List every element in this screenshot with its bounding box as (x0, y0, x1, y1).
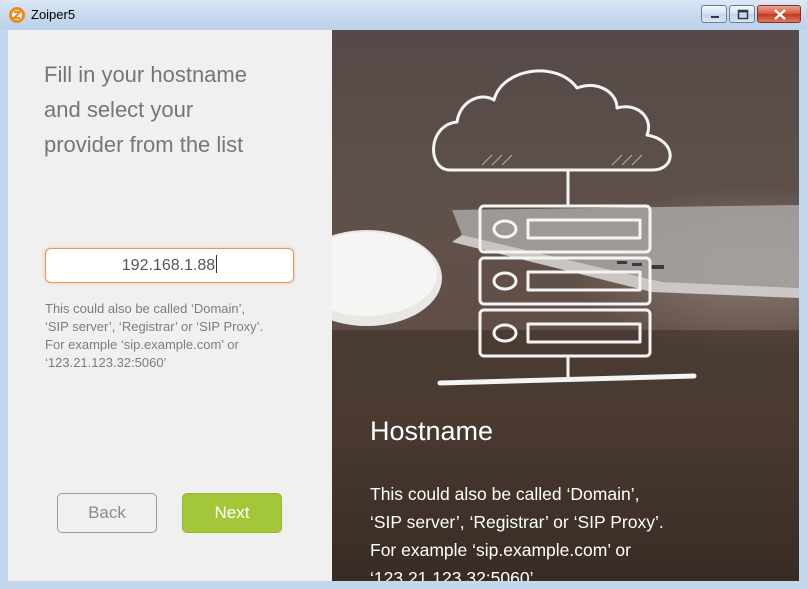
close-icon (774, 9, 786, 20)
hostname-help-text: This could also be called ‘Domain’, ‘SIP… (45, 301, 264, 370)
hostname-input[interactable]: 192.168.1.88 (45, 248, 294, 283)
window-frame-left (0, 30, 8, 589)
close-button[interactable] (757, 5, 801, 23)
window-title: Zoiper5 (31, 7, 76, 22)
next-button[interactable]: Next (182, 493, 282, 533)
info-panel: Hostname This could also be called ‘Doma… (332, 30, 799, 581)
maximize-icon (737, 9, 749, 20)
window-controls (699, 5, 801, 23)
back-button[interactable]: Back (57, 493, 157, 533)
window-frame-right (799, 30, 807, 589)
text-caret (216, 255, 218, 273)
maximize-button[interactable] (729, 5, 755, 23)
instructions-heading: Fill in your hostname and select your pr… (44, 62, 247, 157)
title-bar[interactable]: Zoiper5 (0, 0, 807, 31)
zoiper-logo-icon (9, 7, 25, 23)
info-title: Hostname (370, 416, 494, 446)
minimize-button[interactable] (701, 5, 727, 23)
minimize-icon (711, 16, 719, 18)
info-description: This could also be called ‘Domain’, ‘SIP… (370, 484, 664, 581)
setup-form-panel: Fill in your hostname and select your pr… (8, 30, 332, 581)
window-frame-bottom (0, 581, 807, 589)
hostname-value: 192.168.1.88 (121, 257, 216, 274)
